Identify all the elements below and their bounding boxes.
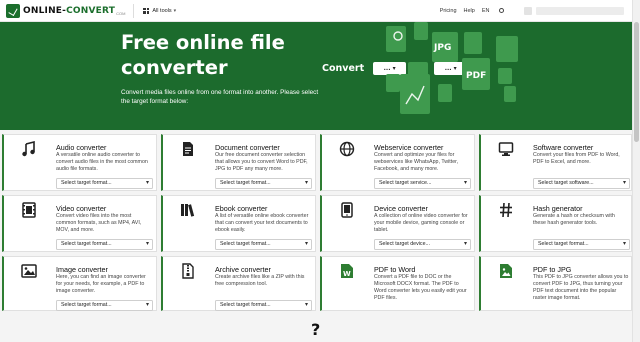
archive-icon xyxy=(180,263,196,279)
scrollbar-thumb[interactable] xyxy=(634,22,639,142)
converter-card[interactable]: Video converter Convert video files into … xyxy=(2,195,157,252)
help-question-mark: ? xyxy=(311,320,321,339)
card-description: Convert video files into the most common… xyxy=(56,213,142,233)
card-description: Generate a hash or checksum with these h… xyxy=(533,213,615,226)
help-link[interactable]: Help xyxy=(464,8,475,14)
card-title[interactable]: Archive converter xyxy=(215,265,271,274)
target-format-select[interactable]: Select target format... xyxy=(533,239,630,250)
converter-card[interactable]: Software converter Convert your files fro… xyxy=(479,134,632,191)
converter-card[interactable]: Ebook converter A list of versatile onlin… xyxy=(161,195,316,252)
svg-text:W: W xyxy=(343,270,351,278)
hero-subtitle: Convert media files online from one form… xyxy=(121,89,319,105)
user-avatar[interactable] xyxy=(524,6,532,15)
logo-check-icon xyxy=(6,3,20,18)
monitor-icon xyxy=(498,141,514,157)
card-title[interactable]: PDF to JPG xyxy=(533,265,571,274)
chevron-down-icon: ▾ xyxy=(173,7,177,14)
header-divider xyxy=(133,3,135,18)
document-icon xyxy=(180,141,196,157)
card-description: Convert your files from PDF to Word, PDF… xyxy=(533,152,620,165)
card-title[interactable]: PDF to Word xyxy=(374,265,415,274)
page-scrollbar[interactable] xyxy=(632,0,640,342)
all-tools-label: All tools xyxy=(152,7,172,14)
target-format-select[interactable]: Select target software... xyxy=(533,178,630,189)
card-description: Here, you can find an image converter fo… xyxy=(56,274,146,294)
logo-sub: COM xyxy=(116,11,126,16)
converter-card[interactable]: Device converter A collection of online v… xyxy=(320,195,475,252)
music-note-icon xyxy=(21,140,37,157)
word-file-icon: W xyxy=(339,263,355,279)
card-title[interactable]: Document converter xyxy=(215,143,280,152)
card-description: Create archive files like a ZIP with thi… xyxy=(215,274,305,287)
card-title[interactable]: Hash generator xyxy=(533,204,583,213)
card-description: Our free document converter selection th… xyxy=(215,152,308,172)
tablet-icon xyxy=(339,202,355,218)
converter-card[interactable]: Document converter Our free document conv… xyxy=(161,134,316,191)
page: ONLINE-CONVERT COM All tools ▾ Pricing H… xyxy=(0,0,640,342)
hash-icon xyxy=(498,202,514,218)
all-tools-menu[interactable]: All tools ▾ xyxy=(143,7,177,14)
converter-card[interactable]: PDF to JPG This PDF to JPG converter allo… xyxy=(479,256,632,311)
converter-card[interactable]: Audio converter A versatile online audio … xyxy=(2,134,157,191)
target-format-select[interactable]: Select target device... xyxy=(374,239,471,250)
converter-card[interactable]: Hash generator Generate a hash or checksu… xyxy=(479,195,632,252)
logo-text: ONLINE-CONVERT xyxy=(23,5,116,16)
card-title[interactable]: Webservice converter xyxy=(374,143,443,152)
nav-right: Pricing Help EN xyxy=(440,6,632,15)
language-selector[interactable]: EN xyxy=(482,7,511,14)
target-format-select[interactable]: Select target format... xyxy=(215,239,312,250)
converter-cards: Audio converter A versatile online audio … xyxy=(0,130,632,320)
converter-card[interactable]: Archive converter Create archive files li… xyxy=(161,256,316,311)
target-format-select[interactable]: Select target format... xyxy=(215,178,312,189)
target-format-select[interactable]: Select target format... xyxy=(56,300,153,311)
card-description: A versatile online audio converter to co… xyxy=(56,152,148,172)
card-title[interactable]: Software converter xyxy=(533,143,593,152)
card-title[interactable]: Ebook converter xyxy=(215,204,267,213)
books-icon xyxy=(180,202,196,218)
globe-icon xyxy=(499,7,504,13)
site-logo[interactable]: ONLINE-CONVERT COM xyxy=(6,3,126,18)
card-title[interactable]: Video converter xyxy=(56,204,106,213)
hero-banner: Free online file converter Convert media… xyxy=(0,22,632,130)
card-description: A collection of online video converter f… xyxy=(374,213,468,233)
converter-card[interactable]: W PDF to Word Convert a PDF file to DOC or… xyxy=(320,256,475,311)
target-format-select[interactable]: Select target format... xyxy=(56,239,153,250)
card-description: Convert and optimize your files for webs… xyxy=(374,152,459,172)
card-title[interactable]: Image converter xyxy=(56,265,108,274)
target-format-select[interactable]: Select target format... xyxy=(56,178,153,189)
globe-icon xyxy=(339,141,355,157)
jpg-file-icon xyxy=(498,263,514,279)
pricing-link[interactable]: Pricing xyxy=(440,8,457,14)
converter-card[interactable]: Image converter Here, you can find an ima… xyxy=(2,256,157,311)
card-title[interactable]: Device converter xyxy=(374,204,428,213)
target-format-select[interactable]: Select target format... xyxy=(215,300,312,311)
card-description: This PDF to JPG converter allows you to … xyxy=(533,274,629,301)
video-icon xyxy=(21,202,37,218)
card-description: A list of versatile online ebook convert… xyxy=(215,213,309,233)
converter-card[interactable]: Webservice converter Convert and optimize… xyxy=(320,134,475,191)
image-icon xyxy=(21,263,37,279)
jpg-label: JPG xyxy=(433,43,451,53)
top-navbar: ONLINE-CONVERT COM All tools ▾ Pricing H… xyxy=(0,0,632,22)
pdf-label: PDF xyxy=(466,71,486,81)
card-description: Convert a PDF file to DOC or the Microso… xyxy=(374,274,467,301)
convert-label: Convert xyxy=(322,63,365,74)
hero-illustration: JPG PDF xyxy=(386,22,518,114)
grid-icon xyxy=(143,7,150,14)
account-placeholder[interactable] xyxy=(536,6,624,15)
target-format-select[interactable]: Select target service... xyxy=(374,178,471,189)
card-title[interactable]: Audio converter xyxy=(56,143,106,152)
hero-title: Free online file converter xyxy=(121,31,285,79)
